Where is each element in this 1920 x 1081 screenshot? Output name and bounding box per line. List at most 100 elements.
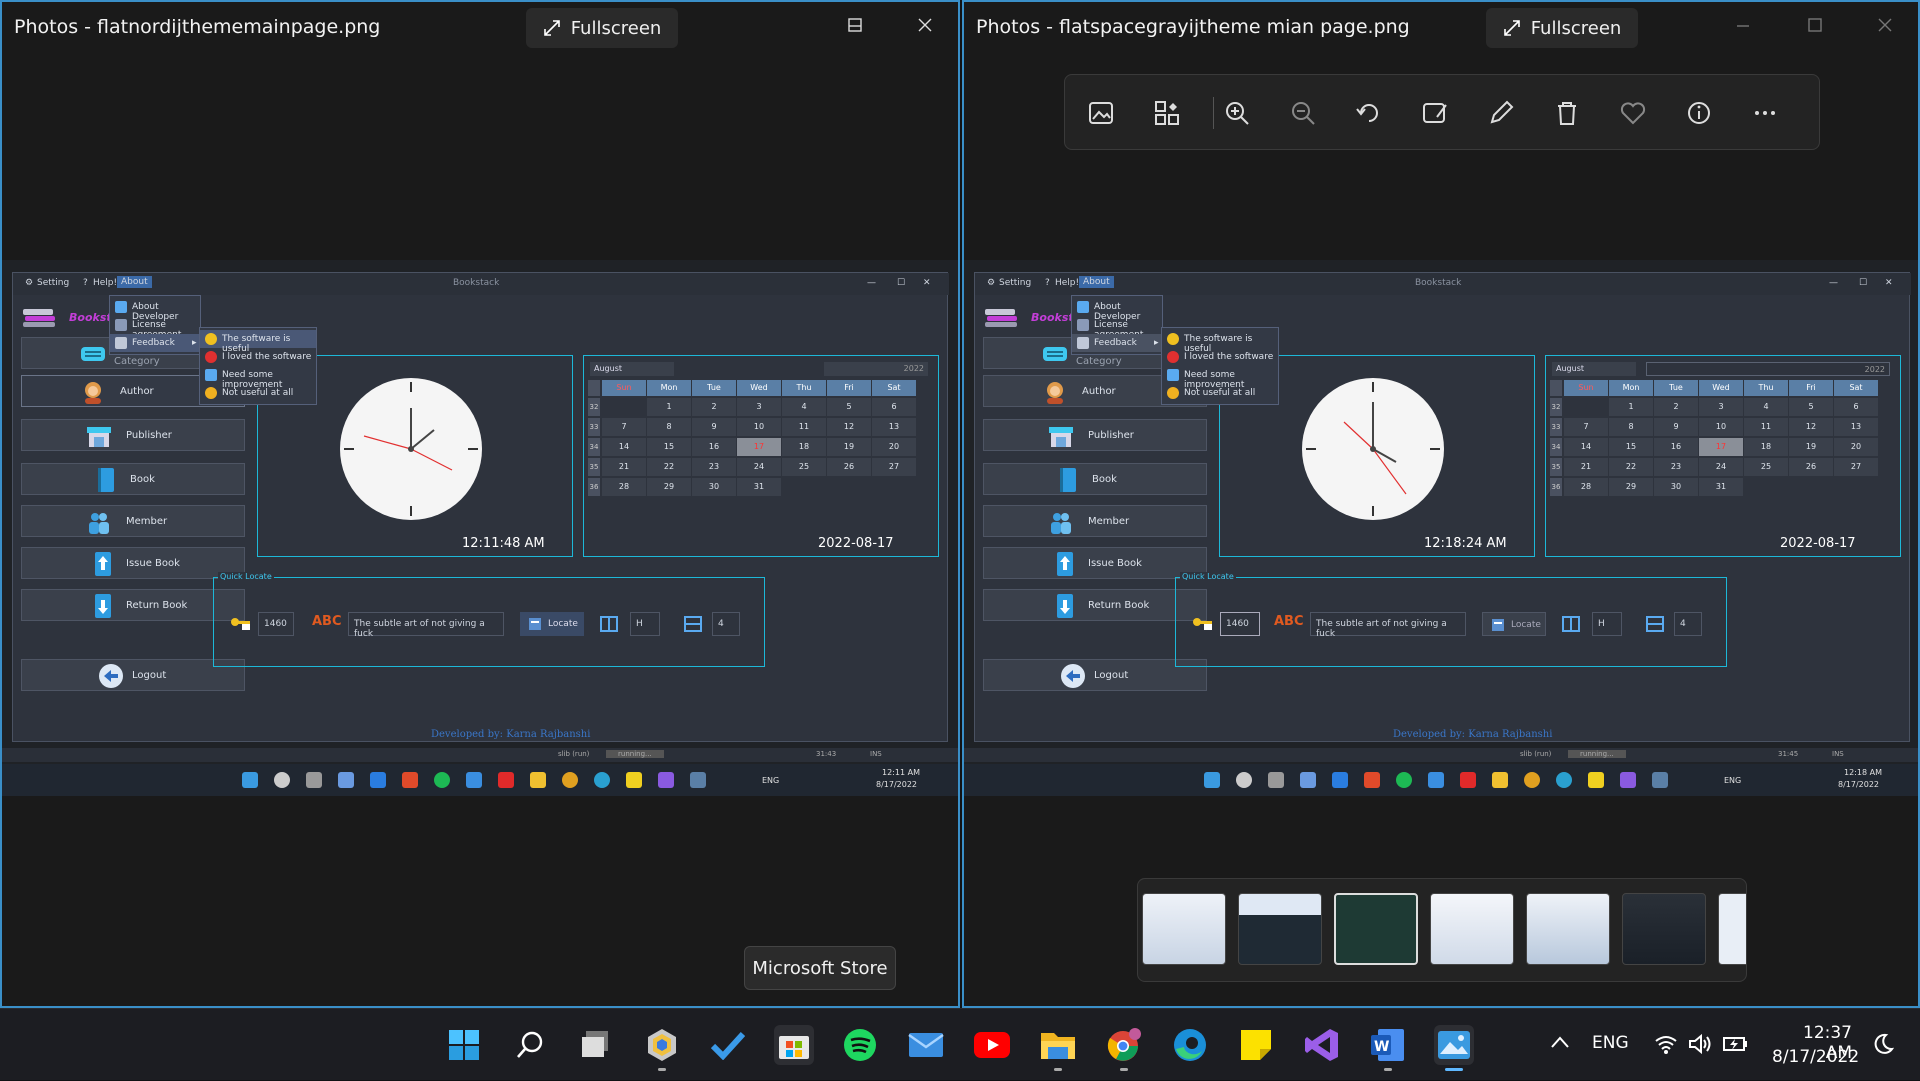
zoom-in-icon[interactable] xyxy=(1221,97,1253,129)
column-input[interactable]: H xyxy=(630,612,660,636)
calendar-date-cell[interactable]: 26 xyxy=(1789,458,1833,476)
calendar-date-cell[interactable]: 15 xyxy=(1609,438,1653,456)
menu-about[interactable]: About xyxy=(1079,276,1114,288)
heart-icon[interactable] xyxy=(1617,97,1649,129)
taskbar-app-hex[interactable] xyxy=(642,1025,682,1071)
calendar-date-cell[interactable]: 3 xyxy=(1699,398,1743,416)
sidebar-publisher-button[interactable]: Publisher xyxy=(983,419,1207,451)
calendar-date-cell[interactable]: 27 xyxy=(1834,458,1878,476)
system-tray-icons[interactable] xyxy=(1654,1009,1774,1081)
filmstrip-thumb[interactable] xyxy=(1622,893,1706,965)
draw-icon[interactable] xyxy=(1485,97,1517,129)
menu-about[interactable]: About xyxy=(117,276,152,288)
focus-assist-button[interactable] xyxy=(1870,1009,1900,1081)
taskbar-photos[interactable] xyxy=(1434,1025,1474,1071)
menu-help[interactable]: Help! xyxy=(93,278,117,288)
taskbar-edge[interactable] xyxy=(1170,1025,1210,1065)
calendar-date-cell[interactable]: 16 xyxy=(1654,438,1698,456)
calendar-date-cell[interactable]: 13 xyxy=(872,418,916,436)
taskbar-chrome[interactable] xyxy=(1104,1025,1144,1071)
photos-window-right[interactable]: Photos - flatspacegrayijtheme mian page.… xyxy=(962,0,1920,1008)
minimize-button[interactable] xyxy=(1728,14,1758,38)
book-title-input[interactable]: The subtle art of not giving a fuck xyxy=(348,612,504,639)
sidebar-return-book-button[interactable]: Return Book xyxy=(21,589,245,621)
calendar-date-cell[interactable]: 25 xyxy=(782,458,826,476)
calendar-date-cell[interactable]: 14 xyxy=(602,438,646,456)
calendar-date-cell[interactable]: 6 xyxy=(1834,398,1878,416)
sidebar-issue-book-button[interactable]: Issue Book xyxy=(983,547,1207,579)
sidebar-issue-book-button[interactable]: Issue Book xyxy=(21,547,245,579)
calendar-date-cell[interactable]: 30 xyxy=(692,478,736,496)
calendar-date-cell[interactable]: 28 xyxy=(1564,478,1608,496)
sidebar-book-button[interactable]: Book xyxy=(21,463,245,495)
calendar-date-cell[interactable]: 20 xyxy=(872,438,916,456)
taskbar-mail[interactable] xyxy=(906,1025,946,1065)
fullscreen-button[interactable]: Fullscreen xyxy=(526,8,678,48)
filmstrip-thumb[interactable] xyxy=(1334,893,1418,965)
calendar-date-cell[interactable]: 29 xyxy=(647,478,691,496)
close-button[interactable] xyxy=(910,14,940,38)
maximize-button[interactable] xyxy=(1800,14,1830,38)
calendar-date-cell[interactable]: 2 xyxy=(1654,398,1698,416)
calendar-date-cell[interactable]: 28 xyxy=(602,478,646,496)
calendar-date-cell[interactable]: 30 xyxy=(1654,478,1698,496)
calendar-date-cell[interactable]: 13 xyxy=(1834,418,1878,436)
sidebar-return-book-button[interactable]: Return Book xyxy=(983,589,1207,621)
calendar-date-cell[interactable]: 23 xyxy=(692,458,736,476)
delete-icon[interactable] xyxy=(1551,97,1583,129)
calendar-date-cell[interactable]: 11 xyxy=(1744,418,1788,436)
locate-button[interactable]: Locate xyxy=(520,612,584,636)
feedback-useful[interactable]: The software is useful xyxy=(200,330,316,354)
start-button[interactable] xyxy=(444,1025,484,1065)
taskbar-word[interactable]: W xyxy=(1368,1025,1408,1071)
locate-button[interactable]: Locate xyxy=(1482,612,1546,636)
taskbar-todo[interactable] xyxy=(708,1025,748,1065)
taskbar-microsoft-store[interactable] xyxy=(774,1025,814,1065)
maximize-button[interactable] xyxy=(840,14,870,38)
calendar-date-cell[interactable]: 31 xyxy=(1699,478,1743,496)
photo-icon[interactable] xyxy=(1085,97,1117,129)
fullscreen-button[interactable]: Fullscreen xyxy=(1486,8,1638,48)
calendar-date-cell[interactable]: 21 xyxy=(602,458,646,476)
taskbar-spotify[interactable] xyxy=(840,1025,880,1065)
calendar-date-cell[interactable]: 26 xyxy=(827,458,871,476)
feedback-loved[interactable]: I loved the software xyxy=(1162,348,1278,366)
calendar-date-cell[interactable]: 2 xyxy=(692,398,736,416)
calendar-date-cell[interactable]: 10 xyxy=(737,418,781,436)
feedback-useful[interactable]: The software is useful xyxy=(1162,330,1278,354)
menu-feedback[interactable]: Feedback ▸ xyxy=(110,334,200,352)
info-icon[interactable] xyxy=(1683,97,1715,129)
app-minimize-icon[interactable]: — xyxy=(867,278,876,288)
app-maximize-icon[interactable]: ☐ xyxy=(897,278,905,288)
collection-icon[interactable] xyxy=(1151,97,1183,129)
calendar-date-cell[interactable]: 11 xyxy=(782,418,826,436)
calendar-date-cell[interactable]: 20 xyxy=(1834,438,1878,456)
calendar-date-cell[interactable]: 29 xyxy=(1609,478,1653,496)
taskbar-visual-studio[interactable] xyxy=(1302,1025,1342,1065)
calendar-date-cell[interactable]: 16 xyxy=(692,438,736,456)
calendar-date-cell[interactable]: 18 xyxy=(1744,438,1788,456)
feedback-improvement[interactable]: Need some improvement xyxy=(1162,366,1278,390)
menu-about-developer[interactable]: About Developer xyxy=(110,298,200,322)
month-select[interactable]: August xyxy=(1552,362,1636,376)
filmstrip-thumb[interactable] xyxy=(1526,893,1610,965)
filmstrip-thumb[interactable] xyxy=(1718,893,1746,965)
clock-date[interactable]: 8/17/2022 xyxy=(1772,1047,1859,1067)
calendar-date-cell[interactable]: 8 xyxy=(1609,418,1653,436)
calendar-date-cell[interactable]: 24 xyxy=(737,458,781,476)
calendar-date-cell[interactable]: 5 xyxy=(1789,398,1833,416)
taskbar-youtube[interactable] xyxy=(972,1025,1012,1065)
calendar-date-cell[interactable]: 7 xyxy=(1564,418,1608,436)
filmstrip-thumb[interactable] xyxy=(1238,893,1322,965)
filmstrip-thumb[interactable] xyxy=(1142,893,1226,965)
calendar-date-cell[interactable]: 22 xyxy=(647,458,691,476)
book-id-input[interactable]: 1460 xyxy=(258,612,294,636)
calendar-date-cell[interactable]: 9 xyxy=(692,418,736,436)
row-input[interactable]: 4 xyxy=(712,612,740,636)
calendar-date-cell[interactable]: 12 xyxy=(1789,418,1833,436)
menu-setting[interactable]: Setting xyxy=(37,278,69,288)
calendar-date-cell[interactable]: 4 xyxy=(782,398,826,416)
column-input[interactable]: H xyxy=(1592,612,1622,636)
more-icon[interactable] xyxy=(1749,97,1781,129)
calendar-date-cell[interactable]: 23 xyxy=(1654,458,1698,476)
